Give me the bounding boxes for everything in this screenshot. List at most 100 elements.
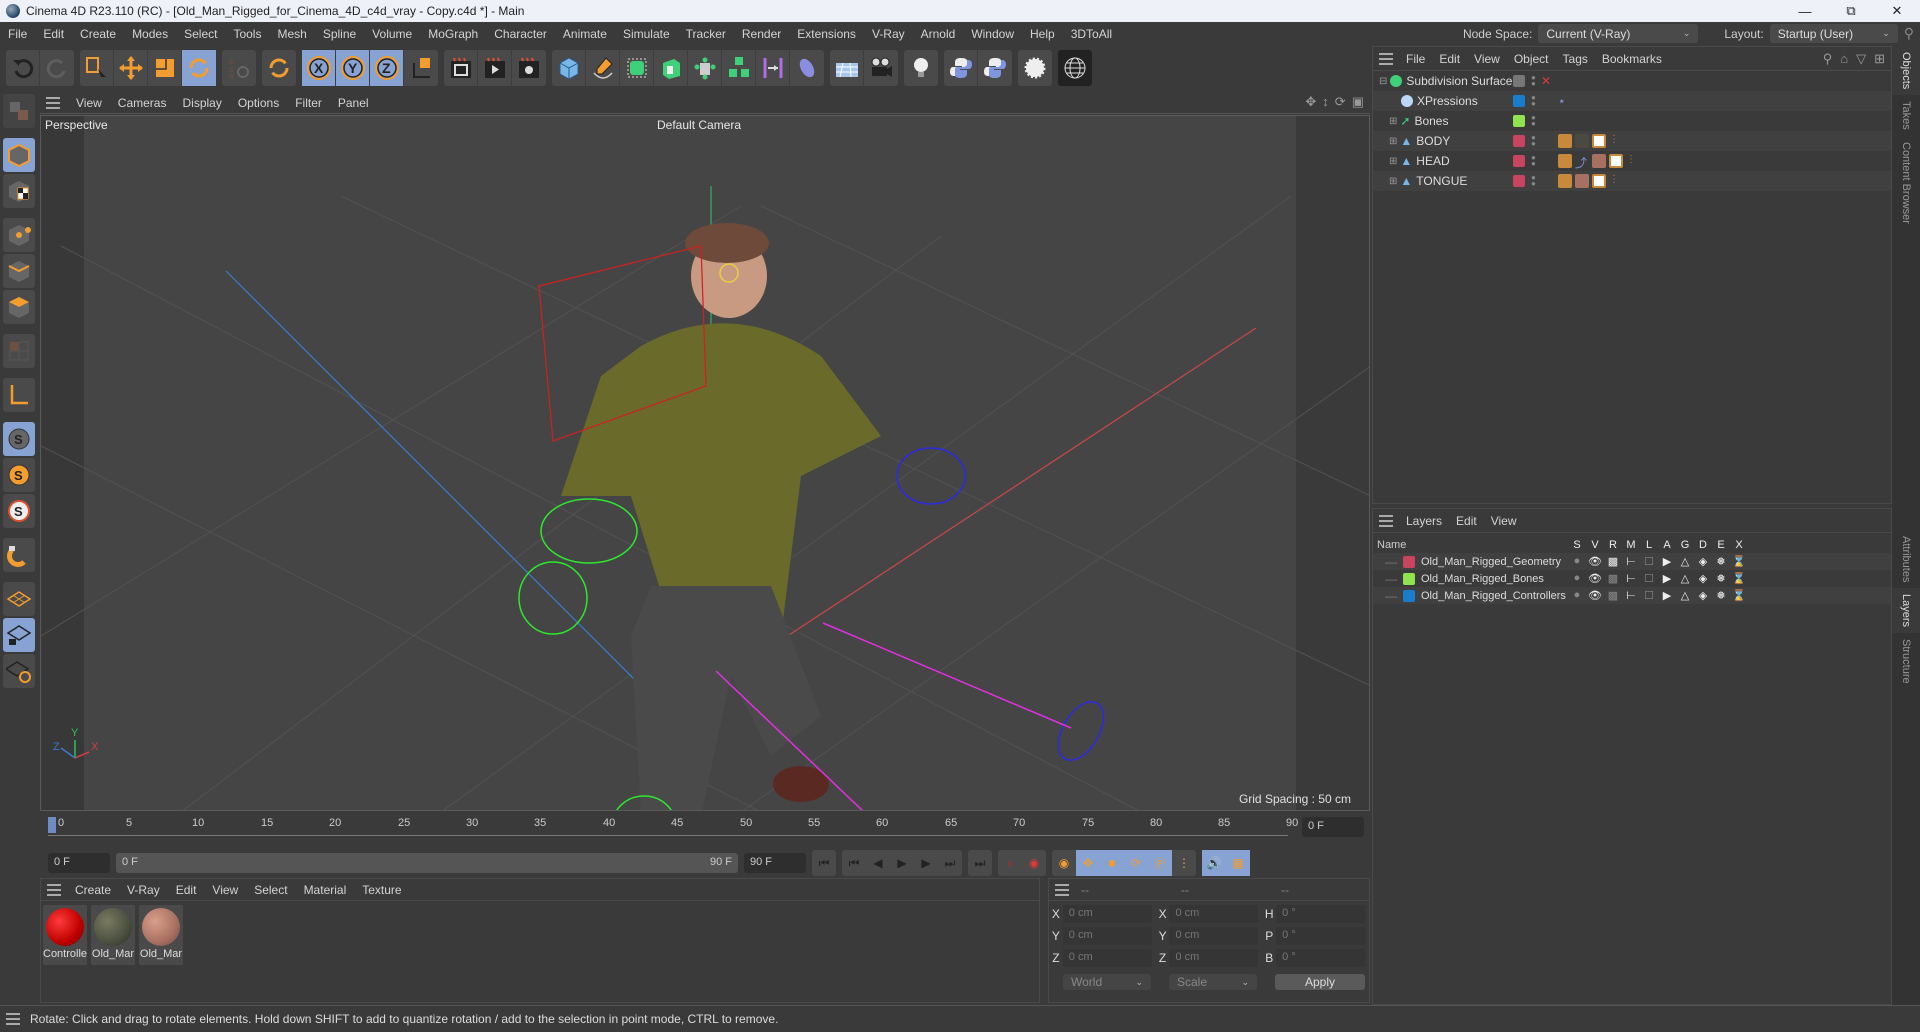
material-menu-view[interactable]: View (204, 883, 246, 897)
previous-frame-button[interactable]: ◀ (866, 850, 890, 876)
object-row[interactable]: ⊟ Subdivision Surface ● ● ✕ (1373, 71, 1891, 91)
minimize-button[interactable]: — (1782, 0, 1828, 22)
expression-toggle[interactable]: ❅ (1712, 555, 1730, 568)
field-button[interactable] (790, 50, 824, 86)
workplane-button[interactable] (3, 582, 35, 616)
selection-tag-icon[interactable]: ⋮ (1609, 174, 1623, 188)
layer-row[interactable]: — Old_Man_Rigged_Geometry ● 👁 ▩ ⊢ ☐ ▶ △ … (1373, 553, 1891, 570)
uvw-tag-icon[interactable] (1592, 174, 1606, 188)
column-solo[interactable]: S (1568, 539, 1586, 551)
timeline-ruler[interactable]: 0 5 10 15 20 25 30 35 40 45 50 55 60 65 … (48, 813, 1298, 843)
material-tag-icon[interactable] (1592, 154, 1606, 168)
object-menu-object[interactable]: Object (1507, 52, 1556, 66)
start-frame-field[interactable]: 0 F (48, 853, 110, 873)
visibility-dots[interactable]: ● ● (1531, 134, 1537, 148)
redo-button[interactable] (40, 50, 74, 86)
viewport-menu-panel[interactable]: Panel (330, 96, 377, 110)
key-rotation-button[interactable]: ⟳ (1124, 850, 1148, 876)
rot-b-field[interactable]: 0 ° (1276, 949, 1366, 967)
apply-button[interactable]: Apply (1275, 974, 1365, 990)
xref-toggle[interactable]: ⌛ (1730, 572, 1748, 585)
deformer-button[interactable] (756, 50, 790, 86)
polygons-mode-button[interactable] (3, 290, 35, 324)
viewport-menu-view[interactable]: View (68, 96, 110, 110)
layer-color-swatch[interactable] (1513, 75, 1525, 87)
menu-3dtoall[interactable]: 3DToAll (1063, 27, 1120, 41)
menu-arnold[interactable]: Arnold (913, 27, 964, 41)
solo-hierarchy-button[interactable]: S (3, 494, 35, 528)
menu-window[interactable]: Window (963, 27, 1022, 41)
render-view-button[interactable] (444, 50, 478, 86)
column-render[interactable]: R (1604, 539, 1622, 551)
material-swatch[interactable]: Controlle (43, 905, 87, 965)
frame-range-slider[interactable]: 0 F 90 F (116, 853, 738, 873)
undo-button[interactable] (6, 50, 40, 86)
xref-toggle[interactable]: ⌛ (1730, 589, 1748, 602)
layer-menu-layers[interactable]: Layers (1399, 514, 1449, 528)
menu-mograph[interactable]: MoGraph (420, 27, 486, 41)
extrude-button[interactable] (654, 50, 688, 86)
pos-z-field[interactable]: 0 cm (1062, 949, 1152, 967)
layout-dropdown[interactable]: Startup (User) ⌄ (1769, 24, 1898, 43)
x-axis-lock-button[interactable]: X (302, 50, 336, 86)
menu-modes[interactable]: Modes (124, 27, 176, 41)
workplane-align-button[interactable] (3, 654, 35, 688)
locked-workplane-button[interactable] (3, 618, 35, 652)
key-scale-button[interactable]: ■ (1100, 850, 1124, 876)
scale-button[interactable] (148, 50, 182, 86)
layer-row[interactable]: — Old_Man_Rigged_Bones ● 👁 ▩ ⊢ ☐ ▶ △ ◈ ❅… (1373, 570, 1891, 587)
tab-layers[interactable]: Layers (1892, 588, 1920, 634)
render-picture-viewer-button[interactable] (478, 50, 512, 86)
weight-tag-icon[interactable] (1558, 154, 1572, 168)
object-row[interactable]: ⊞ ▲ HEAD ● ● ⤴ ⋮ (1373, 151, 1891, 171)
menu-select[interactable]: Select (176, 27, 225, 41)
animation-toggle[interactable]: ▶ (1658, 555, 1676, 568)
layer-color-swatch[interactable] (1403, 555, 1415, 568)
solo-toggle[interactable]: ● (1568, 555, 1586, 568)
expression-toggle[interactable]: ❅ (1712, 572, 1730, 585)
3dtoall-button[interactable] (1058, 50, 1092, 86)
layer-color-swatch[interactable] (1403, 572, 1415, 585)
material-tag-icon[interactable] (1575, 174, 1589, 188)
previous-key-button[interactable]: ⏮ (842, 850, 866, 876)
object-menu-file[interactable]: File (1399, 52, 1432, 66)
menu-extensions[interactable]: Extensions (789, 27, 864, 41)
new-view-icon[interactable]: ⊞ (1874, 51, 1885, 67)
coordinate-space-dropdown[interactable]: World ⌄ (1063, 974, 1151, 990)
tab-structure[interactable]: Structure (1892, 633, 1920, 690)
column-expressions[interactable]: E (1712, 539, 1730, 551)
search-icon[interactable]: ⚲ (1823, 51, 1833, 67)
material-menu-edit[interactable]: Edit (168, 883, 205, 897)
material-swatch[interactable]: Old_Mar (91, 905, 135, 965)
selection-tag-icon[interactable]: ⋮ (1609, 134, 1623, 148)
coordinate-mode-dropdown[interactable]: Scale ⌄ (1169, 974, 1257, 990)
key-position-button[interactable]: ✥ (1076, 850, 1100, 876)
menu-spline[interactable]: Spline (315, 27, 364, 41)
column-generators[interactable]: G (1676, 539, 1694, 551)
eye-icon[interactable]: 👁 (1586, 572, 1604, 585)
cloner-button[interactable] (722, 50, 756, 86)
visibility-dots[interactable]: ● ● (1531, 154, 1537, 168)
weight-tag-icon[interactable] (1558, 174, 1572, 188)
object-menu-edit[interactable]: Edit (1432, 52, 1467, 66)
make-editable-button[interactable] (3, 94, 35, 128)
lock-icon[interactable]: ☐ (1640, 572, 1658, 585)
column-locked[interactable]: L (1640, 539, 1658, 551)
key-pla-button[interactable]: ⋮ (1172, 850, 1196, 876)
layer-menu-view[interactable]: View (1484, 514, 1524, 528)
live-selection-button[interactable] (80, 50, 114, 86)
selection-tag-icon[interactable]: ⋮ (1626, 154, 1640, 168)
settings-button[interactable] (1018, 50, 1052, 86)
pan-view-icon[interactable]: ✥ (1305, 94, 1316, 110)
layer-color-swatch[interactable] (1513, 175, 1525, 187)
viewport-menu-icon[interactable] (46, 96, 60, 109)
pose-morph-tag-icon[interactable]: ⤴ (1575, 154, 1589, 170)
layer-menu-edit[interactable]: Edit (1449, 514, 1484, 528)
play-button[interactable]: ▶ (890, 850, 914, 876)
generator-toggle[interactable]: △ (1676, 555, 1694, 568)
manager-toggle[interactable]: ⊢ (1622, 589, 1640, 602)
viewport-menu-options[interactable]: Options (230, 96, 287, 110)
rot-p-field[interactable]: 0 ° (1276, 927, 1366, 945)
snap-button[interactable] (3, 538, 35, 572)
node-space-dropdown[interactable]: Current (V-Ray) ⌄ (1538, 24, 1699, 43)
